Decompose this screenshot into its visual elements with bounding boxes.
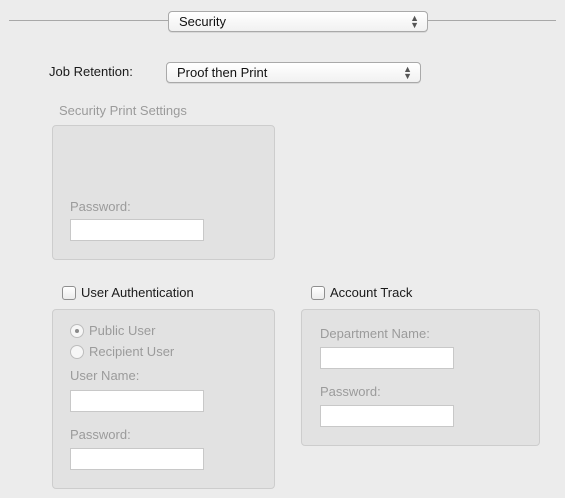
public-user-radio[interactable] — [70, 324, 84, 338]
security-print-password-field[interactable] — [70, 219, 204, 241]
recipient-user-label: Recipient User — [89, 344, 175, 359]
account-track-password-label: Password: — [320, 384, 381, 399]
public-user-label: Public User — [89, 323, 156, 338]
job-retention-label: Job Retention: — [49, 64, 133, 79]
user-name-field[interactable] — [70, 390, 204, 412]
job-retention-popup[interactable]: Proof then Print ▲ ▼ — [166, 62, 421, 83]
department-name-field[interactable] — [320, 347, 454, 369]
user-auth-password-field[interactable] — [70, 448, 204, 470]
user-auth-label: User Authentication — [81, 285, 194, 300]
job-retention-value: Proof then Print — [177, 65, 268, 80]
up-down-chevron-icon: ▲ ▼ — [410, 12, 419, 30]
separator-left — [9, 20, 168, 21]
security-print-password-label: Password: — [70, 199, 131, 214]
panel-selector-popup[interactable]: Security ▲ ▼ — [168, 11, 428, 32]
radio-dot-icon — [75, 329, 79, 333]
user-auth-checkbox[interactable] — [62, 286, 76, 300]
security-print-title: Security Print Settings — [59, 103, 187, 118]
up-down-chevron-icon: ▲ ▼ — [403, 63, 412, 81]
panel-selector-value: Security — [179, 14, 226, 29]
user-name-label: User Name: — [70, 368, 140, 383]
user-auth-password-label: Password: — [70, 427, 131, 442]
department-name-label: Department Name: — [320, 326, 430, 341]
account-track-password-field[interactable] — [320, 405, 454, 427]
separator-right — [428, 20, 556, 21]
recipient-user-radio[interactable] — [70, 345, 84, 359]
account-track-label: Account Track — [330, 285, 413, 300]
account-track-checkbox[interactable] — [311, 286, 325, 300]
